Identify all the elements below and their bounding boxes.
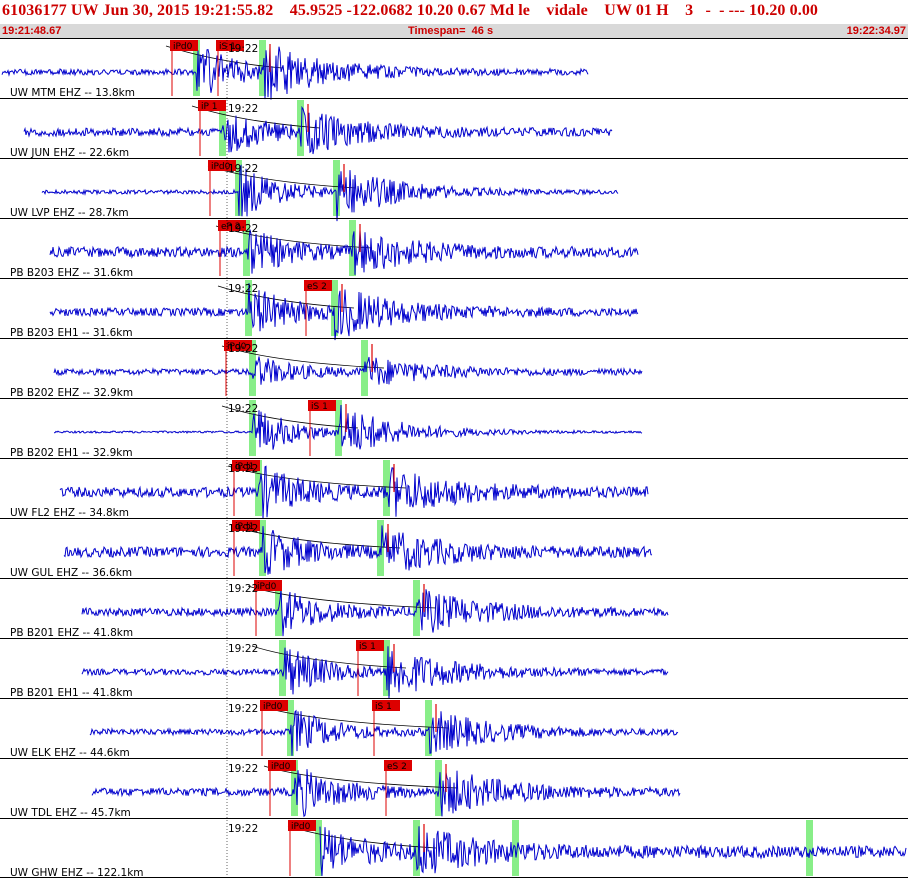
channel-row[interactable]: iPd019:22UW LVP EHZ -- 28.7km [0,158,908,222]
pick-label: iS 1 [311,402,328,412]
time-tick: 19:22 [228,763,258,775]
channel-row[interactable]: iPd019:22UW GHW EHZ -- 122.1km [0,818,908,880]
seismogram-trace [81,589,669,637]
channel-label: PB B201 EHZ -- 41.8km [10,627,133,639]
time-tick: 19:22 [228,343,258,355]
seismogram-trace [319,826,907,876]
pick-label: iS 1 [375,702,392,712]
time-tick: 19:22 [228,163,258,175]
seismogram-trace [49,283,639,341]
time-tick: 19:22 [228,103,258,115]
channel-label: PB B203 EH1 -- 31.6km [10,327,133,339]
channel-label: UW JUN EHZ -- 22.6km [10,147,129,159]
channel-row[interactable]: iPd019:22 PB B201 EHZ -- 41.8km [0,578,908,640]
channel-row[interactable]: eS 2 19:22 PB B203 EH1 -- 31.6km [0,278,908,341]
channel-label: UW LVP EHZ -- 28.7km [10,207,129,219]
channel-label: UW GUL EHZ -- 36.6km [10,567,132,579]
extra-window [806,820,813,876]
pick-label: iS 1 [359,642,376,652]
channel-row[interactable]: iP 1 19:22 UW JUN EHZ -- 22.6km [0,98,908,160]
channel-label: UW FL2 EHZ -- 34.8km [10,507,129,519]
time-tick: 19:22 [228,643,258,655]
time-tick: 19:22 [228,823,258,835]
time-tick: 19:22 [228,283,258,295]
seismogram-trace [81,646,669,699]
channel-row[interactable]: iPd0 eS 2 19:22 UW TDL EHZ -- 45.7km [0,758,908,820]
channel-row[interactable]: iS 1 19:22 PB B202 EH1 -- 32.9km [0,398,908,460]
pick-label: eS 2 [307,282,327,292]
channel-label: PB B201 EH1 -- 41.8km [10,687,133,699]
seismogram-trace [49,229,639,275]
time-tick: 19:22 [228,703,258,715]
channel-row[interactable]: iPd0 iS 1 19:22 UW ELK EHZ -- 44.6km [0,698,908,760]
seismogram-trace [89,709,679,756]
pick-label: iPd0 [263,702,283,712]
seismogram-trace [63,525,653,575]
channel-row[interactable]: iPd119:22UW FL2 EHZ -- 34.8km [0,458,908,520]
pick-label: eS 2 [387,762,407,772]
time-tick: 19:22 [228,403,258,415]
pick-label: iPd0 [271,762,291,772]
end-time: 19:22:34.97 [846,25,906,37]
seismogram-trace [53,356,643,385]
channel-row[interactable]: iS 1 19:22 PB B201 EH1 -- 41.8km [0,638,908,700]
channel-label: PB B203 EHZ -- 31.6km [10,267,133,279]
pick-label: iP 1 [201,102,218,112]
time-tick: 19:22 [228,523,258,535]
channel-label: UW ELK EHZ -- 44.6km [10,747,130,759]
start-time: 19:21:48.67 [2,25,62,37]
channel-row[interactable]: iPd019:22PB B202 EHZ -- 32.9km [0,338,908,400]
channel-label: UW TDL EHZ -- 45.7km [10,807,131,819]
time-tick: 19:22 [228,583,258,595]
timespan-label: Timespan= 46 s [408,25,494,37]
time-tick: 19:22 [228,43,258,55]
pick-label: iPd0 [257,582,277,592]
time-tick: 19:22 [228,223,258,235]
channel-label: PB B202 EH1 -- 32.9km [10,447,133,459]
s-window [383,460,390,516]
channel-label: PB B202 EHZ -- 32.9km [10,387,133,399]
waveform-panel[interactable]: iPd0 iS 1 19:22 UW MTM EHZ -- 13.8km iP 1 19:… [0,38,908,880]
pick-label: iPd0 [173,42,193,52]
event-header: 61036177 UW Jun 30, 2015 19:21:55.82 45.… [0,0,908,38]
seismogram-trace [59,465,649,519]
channel-row[interactable]: eP 219:22PB B203 EHZ -- 31.6km [0,218,908,280]
time-tick: 19:22 [228,463,258,475]
event-summary-title: 61036177 UW Jun 30, 2015 19:21:55.82 45.… [2,2,819,19]
channel-row[interactable]: iPd0 iS 119:22UW MTM EHZ -- 13.8km [0,38,908,100]
channel-label: UW MTM EHZ -- 13.8km [10,87,135,99]
channel-row[interactable]: iPd119:22UW GUL EHZ -- 36.6km [0,518,908,580]
pick-label: iPd0 [291,822,311,832]
